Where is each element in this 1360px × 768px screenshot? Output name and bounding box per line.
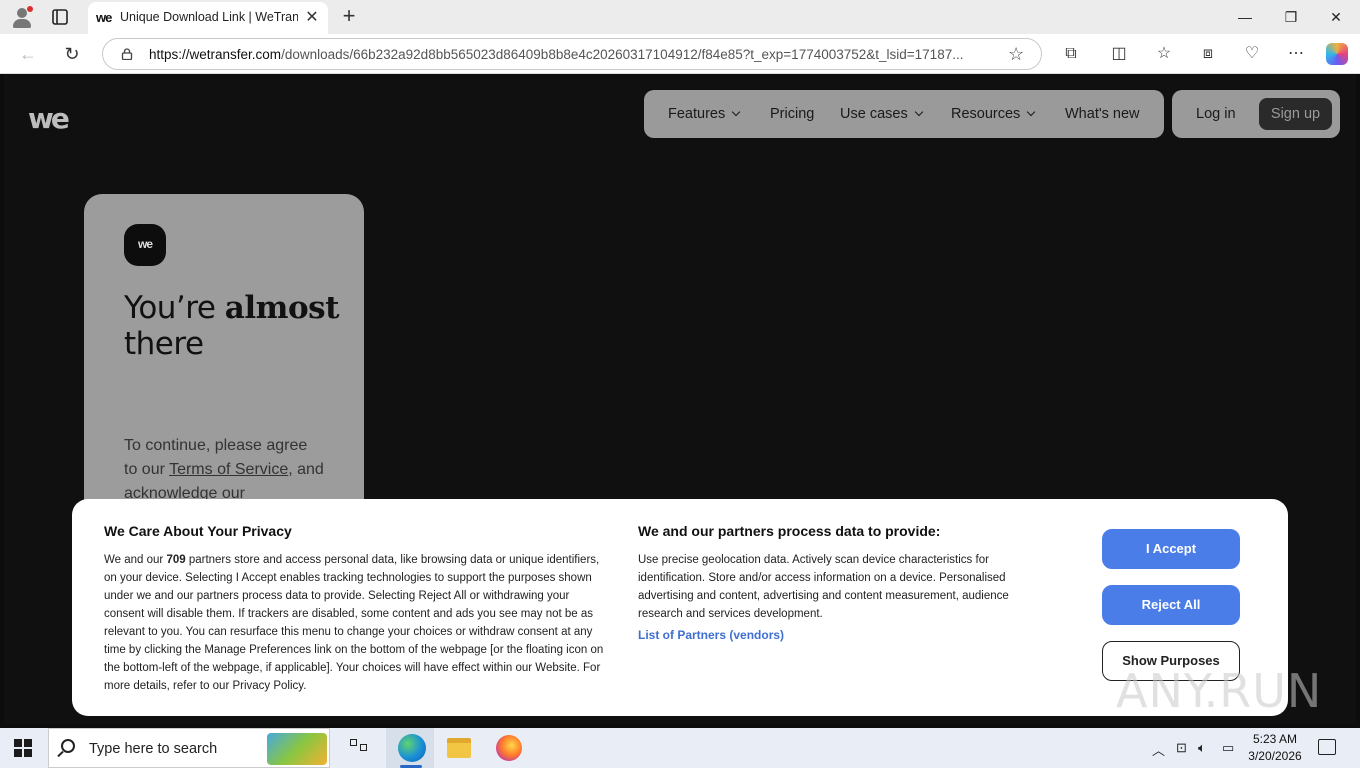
nav-whats-new[interactable]: What's new [1065,106,1140,122]
browser-toolbar: ← ↻ https://wetransfer.com/downloads/66b… [0,34,1360,74]
purposes-title: We and our partners process data to prov… [638,523,941,539]
collections-icon[interactable]: ⧈ [1196,42,1220,66]
taskbar-clock[interactable]: 5:23 AM 3/20/2026 [1244,731,1306,765]
split-screen-icon[interactable]: ◫ [1107,42,1131,66]
nav-features[interactable]: Features [668,106,741,122]
browser-tab-bar: we Unique Download Link | WeTransfer ✕ +… [0,0,1360,34]
restore-icon[interactable]: ❐ [1279,5,1303,29]
windows-taskbar: Type here to search ︿ ⊡ 🔈︎ ▭ 5:23 AM 3/2… [0,728,1360,768]
nav-resources[interactable]: Resources [951,106,1036,122]
auth-group: Log in Sign up [1172,90,1340,138]
clock-time: 5:23 AM [1252,732,1298,746]
minimize-icon[interactable]: — [1233,5,1257,29]
task-view-icon[interactable] [350,739,370,757]
signup-button[interactable]: Sign up [1259,98,1332,130]
url-text[interactable]: https://wetransfer.com/downloads/66b232a… [149,47,995,62]
tray-chevron-up-icon[interactable]: ︿ [1152,740,1165,759]
firefox-icon[interactable] [496,735,522,761]
tab-actions-icon[interactable] [50,7,70,27]
terms-of-service-link[interactable]: Terms of Service [169,461,288,478]
file-explorer-icon[interactable] [447,738,471,758]
site-navigation: Features Pricing Use cases Resources Wha… [644,90,1164,138]
reject-all-button[interactable]: Reject All [1102,585,1240,625]
wetransfer-logo[interactable]: we [28,102,70,135]
browser-essentials-icon[interactable]: ♡ [1240,42,1264,66]
search-highlight-image [267,733,327,765]
search-icon [61,739,75,753]
chevron-down-icon [1027,107,1036,117]
chevron-down-icon [914,107,923,117]
favorites-icon[interactable]: ☆ [1152,42,1176,66]
back-icon[interactable]: ← [16,42,40,66]
taskbar-search[interactable]: Type here to search [48,728,330,768]
refresh-icon[interactable]: ↻ [60,42,84,66]
partners-list-link[interactable]: List of Partners (vendors) [638,628,784,642]
volume-icon[interactable]: 🔈︎ [1198,740,1206,756]
search-placeholder: Type here to search [89,741,218,757]
anyrun-watermark: ANY.RUN [1116,664,1323,718]
copilot-icon[interactable] [1326,43,1348,65]
close-window-icon[interactable]: ✕ [1324,5,1348,29]
card-terms-text: To continue, please agree to our Terms o… [124,437,324,502]
profile-icon[interactable] [10,5,34,29]
extensions-icon[interactable]: ⧉ [1059,42,1083,66]
wetransfer-favicon-icon: we [96,10,112,25]
tab-active[interactable]: we Unique Download Link | WeTransfer ✕ [88,2,328,34]
card-logo: we [124,224,166,266]
notification-icon[interactable] [1318,739,1336,755]
tab-title: Unique Download Link | WeTransfer [120,10,298,24]
nav-use-cases[interactable]: Use cases [840,106,923,122]
consent-description: We and our 709 partners store and access… [104,554,604,692]
tab-close-icon[interactable]: ✕ [302,8,322,28]
login-button[interactable]: Log in [1196,106,1236,122]
nav-pricing[interactable]: Pricing [770,106,814,122]
network-icon[interactable]: ▭ [1222,740,1234,756]
windows-start-icon[interactable] [14,739,32,757]
purposes-description: Use precise geolocation data. Actively s… [638,554,1009,620]
card-heading: You’re almost there [124,290,339,362]
accept-button[interactable]: I Accept [1102,529,1240,569]
clock-date: 3/20/2026 [1248,749,1302,763]
favorite-star-icon[interactable]: ☆ [1008,44,1024,65]
lock-icon[interactable] [121,48,133,60]
meet-now-icon[interactable]: ⊡ [1176,740,1187,756]
privacy-consent-dialog: We Care About Your Privacy We and our 70… [72,499,1288,716]
address-bar[interactable]: https://wetransfer.com/downloads/66b232a… [102,38,1042,70]
chevron-down-icon [731,107,741,117]
new-tab-icon[interactable]: + [338,5,360,27]
consent-title: We Care About Your Privacy [104,523,292,539]
edge-browser-icon[interactable] [398,734,426,762]
more-menu-icon[interactable]: ⋯ [1284,42,1308,66]
